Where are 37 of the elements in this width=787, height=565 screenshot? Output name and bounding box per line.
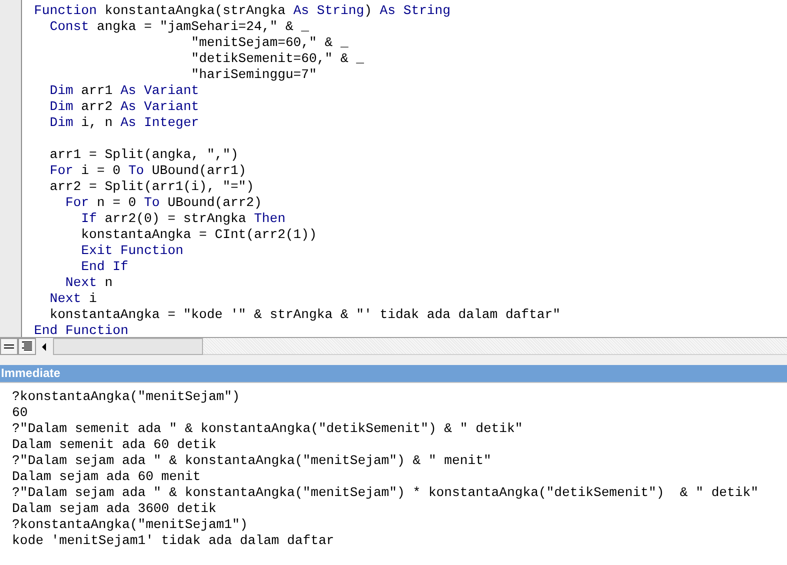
output-line: ?"Dalam sejam ada " & konstantaAngka("menitSejam") * konstantaAngka("detikSemenit") & " detik" (12, 485, 758, 501)
code-line: Const angka = "jamSehari=24," & _ (48, 19, 310, 35)
code-line: If arr2(0) = strAngka Then (80, 211, 286, 227)
pane-title: Immediate (0, 365, 787, 382)
code-line: arr2 = Split(arr1(i), "=") (48, 179, 254, 195)
code-line: For n = 0 To UBound(arr2) (64, 195, 262, 211)
output-line: Dalam semenit ada 60 detik (12, 437, 216, 453)
code-line: "menitSejam=60," & _ (190, 35, 348, 51)
code-line: arr1 = Split(angka, ",") (48, 147, 238, 163)
procedure-view-button[interactable] (0, 338, 18, 355)
output-line: ?"Dalam sejam ada " & konstantaAngka("menitSejam") & " menit" (12, 453, 492, 469)
output-line: Dalam sejam ada 60 menit (12, 469, 201, 485)
code-line: Dim i, n As Integer (48, 115, 200, 131)
code-line: End If (80, 259, 128, 275)
code-line: Function konstantaAngka(strAngka As String) As String (34, 3, 451, 19)
scrollbar-thumb[interactable] (53, 338, 203, 355)
output-line: ?konstantaAngka("menitSejam1") (12, 517, 248, 533)
code-line: Dim arr1 As Variant (48, 83, 200, 99)
output-line: ?konstantaAngka("menitSejam") (12, 389, 240, 405)
output-line: Dalam sejam ada 3600 detik (12, 501, 216, 517)
output-line: kode 'menitSejam1' tidak ada dalam daftar (12, 533, 334, 549)
code-line: End Function (34, 323, 128, 337)
code-line: For i = 0 To UBound(arr1) (48, 163, 246, 179)
output-line: 60 (12, 405, 28, 421)
code-line: "detikSemenit=60," & _ (190, 51, 364, 67)
full-module-view-icon (21, 341, 33, 352)
full-module-view-button[interactable] (18, 338, 36, 355)
code-line: Next n (64, 275, 113, 291)
procedure-view-icon (3, 342, 15, 352)
code-line: Next i (48, 291, 97, 307)
output-line: ?"Dalam semenit ada " & konstantaAngka("detikSemenit") & " detik" (12, 421, 523, 437)
code-line: Dim arr2 As Variant (48, 99, 200, 115)
code-line: Exit Function (80, 243, 184, 259)
code-line: konstantaAngka = "kode '" & strAngka & "' tidak ada dalam daftar" (48, 307, 560, 323)
code-line: "hariSeminggu=7" (190, 67, 317, 83)
code-line: konstantaAngka = CInt(arr2(1)) (80, 227, 317, 243)
left-arrow-icon (42, 342, 47, 350)
